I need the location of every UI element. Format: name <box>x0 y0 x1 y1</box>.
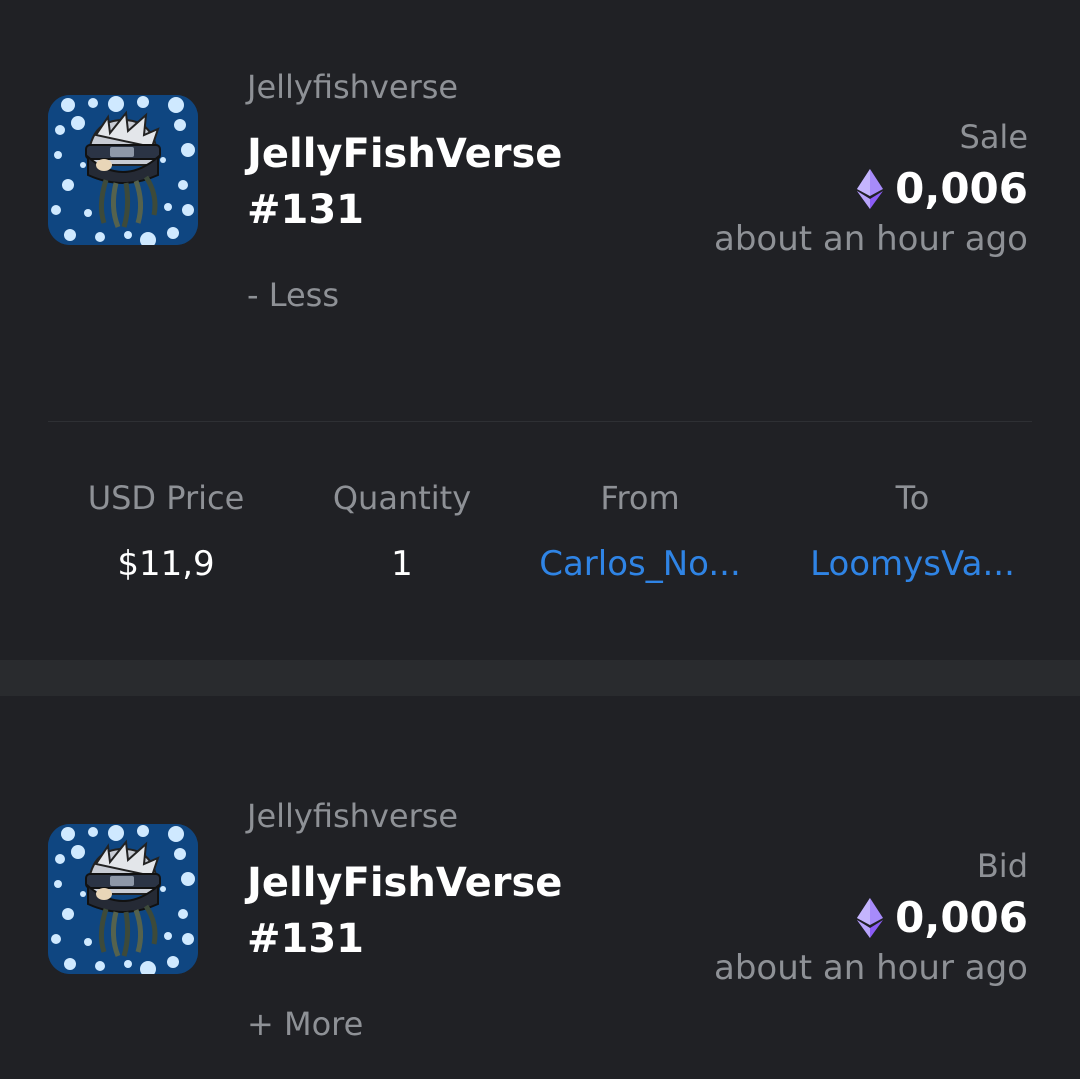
event-type-label: Bid <box>976 847 1028 885</box>
usd-price-header: USD Price <box>87 479 245 517</box>
ethereum-icon <box>857 897 884 938</box>
jellyfish-image <box>48 824 198 974</box>
to-address-link[interactable]: LoomysVa... <box>790 544 1035 584</box>
from-header: From <box>600 479 680 517</box>
usd-price-column: USD Price $11,9 <box>66 478 266 584</box>
collection-name[interactable]: Jellyfishverse <box>247 68 458 106</box>
nft-thumbnail[interactable] <box>48 824 198 974</box>
nft-title[interactable]: JellyFishVerse #131 <box>247 855 607 967</box>
to-header: To <box>895 479 930 517</box>
event-type-label: Sale <box>959 118 1029 156</box>
timestamp: about an hour ago <box>713 219 1028 259</box>
collection-name[interactable]: Jellyfishverse <box>247 797 458 835</box>
nft-title-number: #131 <box>247 916 365 962</box>
price-value: 0,006 <box>895 164 1028 213</box>
jellyfish-image <box>48 95 198 245</box>
more-toggle[interactable]: + More <box>247 1005 363 1043</box>
usd-price-value: $11,9 <box>117 544 215 584</box>
quantity-value: 1 <box>391 544 413 584</box>
less-toggle[interactable]: - Less <box>247 276 339 314</box>
nft-title-name: JellyFishVerse <box>247 860 563 906</box>
event-summary: Bid 0,006 about an hour ago <box>714 847 1028 988</box>
quantity-column: Quantity 1 <box>302 478 502 584</box>
nft-title[interactable]: JellyFishVerse #131 <box>247 126 607 238</box>
ethereum-icon <box>857 168 884 209</box>
from-column: From Carlos_No... <box>520 478 760 584</box>
activity-card-sale[interactable]: Jellyfishverse JellyFishVerse #131 - Les… <box>0 0 1080 660</box>
event-summary: Sale 0,006 about an hour ago <box>714 118 1028 259</box>
from-address-link[interactable]: Carlos_No... <box>520 544 760 584</box>
price-value: 0,006 <box>895 893 1028 942</box>
activity-card-bid[interactable]: Jellyfishverse JellyFishVerse #131 + Mor… <box>0 696 1080 1079</box>
price-row: 0,006 <box>714 164 1028 213</box>
nft-title-number: #131 <box>247 187 365 233</box>
divider <box>48 421 1032 422</box>
section-separator <box>0 660 1080 696</box>
timestamp: about an hour ago <box>713 948 1028 988</box>
nft-thumbnail[interactable] <box>48 95 198 245</box>
price-row: 0,006 <box>714 893 1028 942</box>
to-column: To LoomysVa... <box>790 478 1035 584</box>
nft-title-name: JellyFishVerse <box>247 131 563 177</box>
quantity-header: Quantity <box>332 479 472 517</box>
